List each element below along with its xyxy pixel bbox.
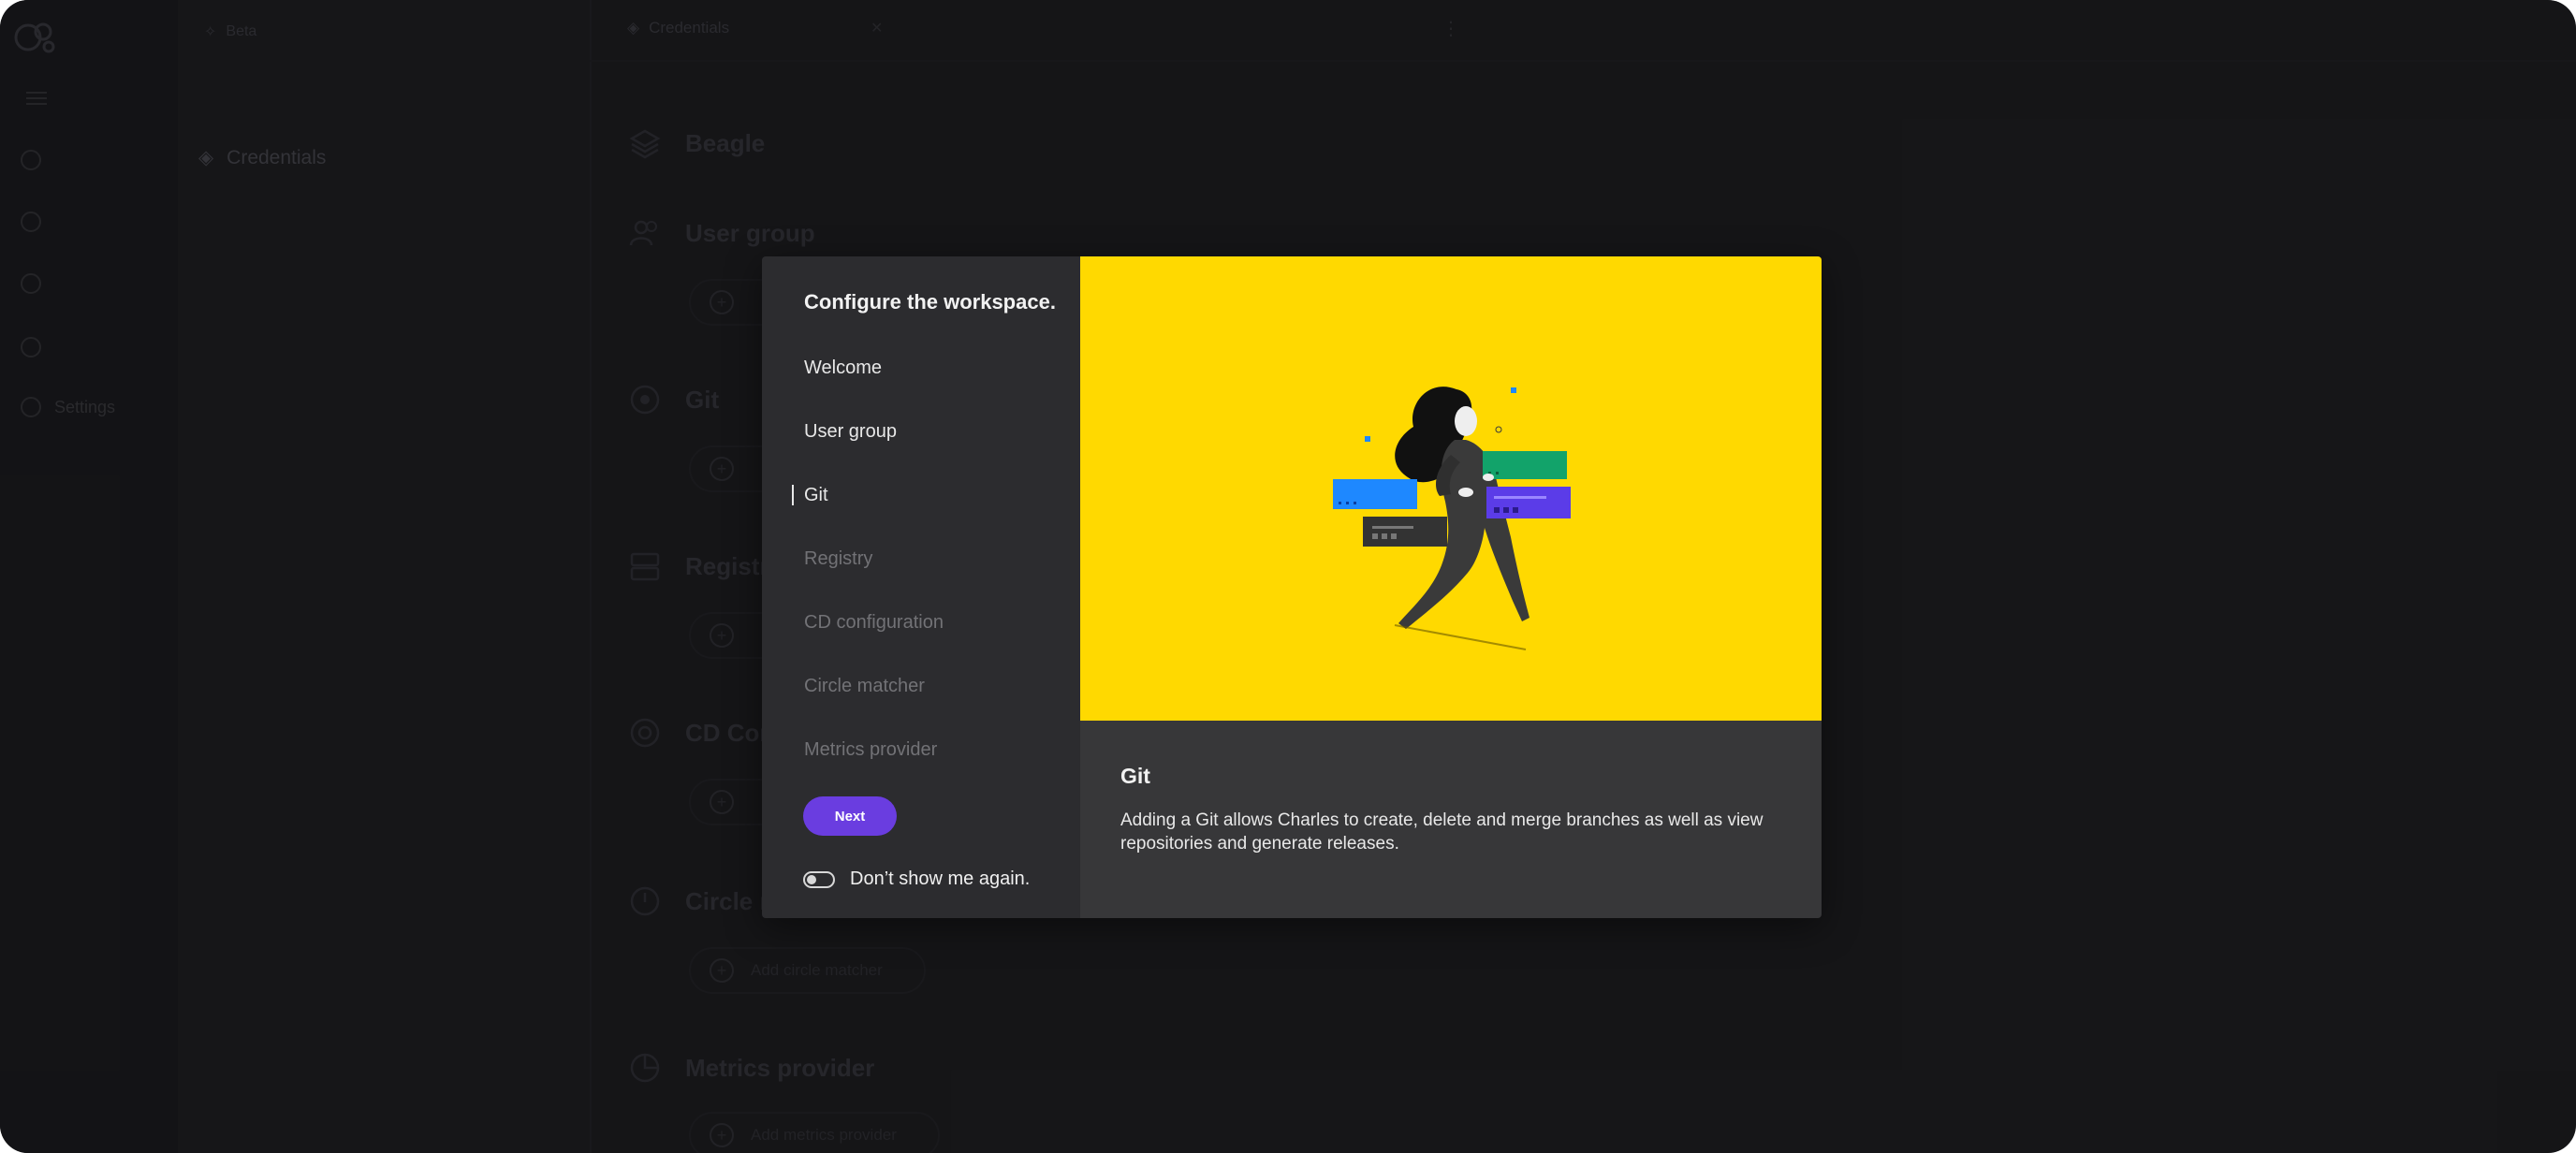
step-cd-configuration[interactable]: CD configuration <box>804 612 944 634</box>
app-window: Settings ✧ Beta ◈ Credentials ◈ Credenti… <box>0 0 2576 1153</box>
workspace-setup-modal: Configure the workspace. Welcome User gr… <box>762 256 1822 918</box>
toggle-knob <box>807 874 816 884</box>
git-illustration <box>1080 256 1822 721</box>
step-info-panel: Git Adding a Git allows Charles to creat… <box>1080 256 1822 918</box>
step-info-title: Git <box>1120 764 1150 788</box>
step-circle-matcher[interactable]: Circle matcher <box>804 676 925 697</box>
step-info-description: Adding a Git allows Charles to create, d… <box>1120 810 1764 854</box>
woman-carrying-boxes-illustration <box>1333 387 1571 650</box>
dont-show-again-row: Don’t show me again. <box>803 868 1030 890</box>
step-registry[interactable]: Registry <box>804 548 872 570</box>
step-welcome[interactable]: Welcome <box>804 358 882 379</box>
steps-panel: Configure the workspace. Welcome User gr… <box>762 256 1080 918</box>
active-step-indicator <box>792 485 794 505</box>
step-git[interactable]: Git <box>804 485 828 506</box>
next-button[interactable]: Next <box>803 796 897 836</box>
modal-title: Configure the workspace. <box>804 290 1056 314</box>
step-metrics-provider[interactable]: Metrics provider <box>804 739 937 761</box>
dont-show-again-label: Don’t show me again. <box>850 868 1031 889</box>
dont-show-again-toggle[interactable] <box>803 870 835 888</box>
step-user-group[interactable]: User group <box>804 421 897 443</box>
